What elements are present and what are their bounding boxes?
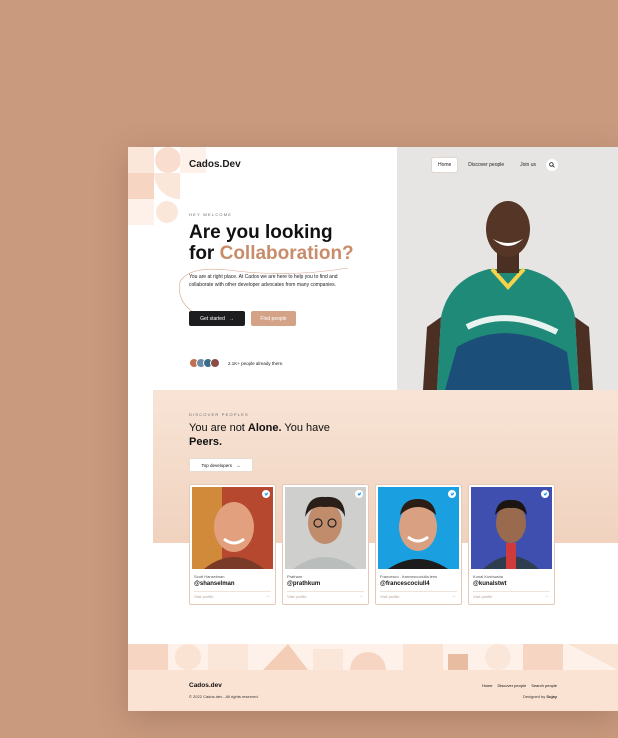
developer-name: Francesco - francescociulla.lens <box>380 574 438 579</box>
footer-links: Home Discover people Search people <box>482 683 557 688</box>
top-developers-label: Top developers <box>201 462 233 468</box>
footer-link-discover-people[interactable]: Discover people <box>498 683 527 688</box>
arrow-right-icon: → <box>236 462 241 468</box>
footer-link-home[interactable]: Home <box>482 683 493 688</box>
footer-link-search-people[interactable]: Search people <box>531 683 557 688</box>
twitter-icon[interactable] <box>541 490 549 498</box>
discover-title-bold2: Peers. <box>189 436 223 448</box>
top-navigation: Home Discover people Join us <box>430 157 558 173</box>
discover-title-part1: You are not <box>189 422 248 434</box>
twitter-icon[interactable] <box>355 490 363 498</box>
developer-handle: @prathkum <box>287 581 321 587</box>
developer-name: Scott Hanselman <box>194 574 225 579</box>
card-divider <box>380 591 457 592</box>
hero-headline-line2: for Collaboration? <box>189 243 354 264</box>
find-people-label: Find people <box>260 315 287 322</box>
developer-name: Pratham <box>287 574 303 579</box>
designer-name[interactable]: Sujay <box>546 694 557 699</box>
nav-home[interactable]: Home <box>430 157 459 173</box>
hero-description: You are at right place. At Cados we are … <box>189 274 338 288</box>
hero-headline-accent: Collaboration? <box>219 243 354 264</box>
nav-join-us[interactable]: Join us <box>514 158 542 172</box>
hero-section: Cados.Dev Home Discover people Join us H… <box>128 147 618 390</box>
developer-handle: @shanselman <box>194 581 235 587</box>
avatar <box>210 358 220 368</box>
twitter-icon[interactable] <box>448 490 456 498</box>
hero-eyebrow: HEY WELCOME <box>189 212 233 217</box>
twitter-icon[interactable] <box>262 490 270 498</box>
hero-headline: Are you looking for Collaboration? <box>189 222 354 264</box>
top-developers-button[interactable]: Top developers → <box>189 458 253 472</box>
footer <box>128 670 618 711</box>
arrow-right-icon: → <box>228 315 234 322</box>
card-divider <box>194 591 271 592</box>
footer-logo[interactable]: Cados.dev <box>189 682 222 689</box>
visit-profile-link[interactable]: Visit profile <box>380 594 400 599</box>
developer-card[interactable]: Kunal Kushwaha @kunalstwt Visit profile … <box>468 484 555 605</box>
brand-logo[interactable]: Cados.Dev <box>189 159 241 170</box>
discover-title-part2: You have <box>281 422 330 434</box>
discover-title: You are not Alone. You have Peers. <box>189 421 339 449</box>
hero-headline-line1: Are you looking <box>189 222 333 243</box>
developer-handle: @francescociull4 <box>380 581 430 587</box>
footer-decorative-pattern <box>128 644 618 670</box>
developer-photo <box>285 487 366 569</box>
arrow-right-icon[interactable]: → <box>544 593 549 599</box>
landing-page: Cados.Dev Home Discover people Join us H… <box>128 147 618 711</box>
developer-photo <box>378 487 459 569</box>
visit-profile-link[interactable]: Visit profile <box>194 594 214 599</box>
search-icon[interactable] <box>546 159 558 171</box>
get-started-button[interactable]: Get started → <box>189 311 245 326</box>
designed-by-label: Designed by <box>522 694 547 699</box>
developer-handle: @kunalstwt <box>473 581 507 587</box>
hero-portrait-image <box>397 147 618 390</box>
find-people-button[interactable]: Find people <box>251 311 296 326</box>
developer-cards: Scott Hanselman @shanselman Visit profil… <box>189 484 555 605</box>
nav-discover-people[interactable]: Discover people <box>462 158 510 172</box>
footer-designed-by: Designed by Sujay <box>523 694 557 699</box>
hero-portrait <box>397 147 618 390</box>
discover-eyebrow: DISCOVER PEOPLES <box>189 412 249 417</box>
avatar-group <box>189 358 220 368</box>
arrow-right-icon[interactable]: → <box>265 593 270 599</box>
arrow-right-icon[interactable]: → <box>451 593 456 599</box>
visit-profile-link[interactable]: Visit profile <box>473 594 493 599</box>
developer-photo <box>471 487 552 569</box>
developer-card[interactable]: Scott Hanselman @shanselman Visit profil… <box>189 484 276 605</box>
arrow-right-icon[interactable]: → <box>358 593 363 599</box>
developer-name: Kunal Kushwaha <box>473 574 504 579</box>
discover-title-bold1: Alone. <box>247 422 282 434</box>
developer-photo <box>192 487 273 569</box>
people-count-text: 2.1K+ people already there. <box>228 361 284 366</box>
visit-profile-link[interactable]: Visit profile <box>287 594 307 599</box>
footer-copyright: © 2022 Cados.dev - All rights reserved. <box>189 694 259 699</box>
card-divider <box>287 591 364 592</box>
card-divider <box>473 591 550 592</box>
get-started-label: Get started <box>200 315 225 322</box>
developer-card[interactable]: Pratham @prathkum Visit profile → <box>282 484 369 605</box>
developer-card[interactable]: Francesco - francescociulla.lens @france… <box>375 484 462 605</box>
hero-headline-plain: for <box>189 243 220 264</box>
